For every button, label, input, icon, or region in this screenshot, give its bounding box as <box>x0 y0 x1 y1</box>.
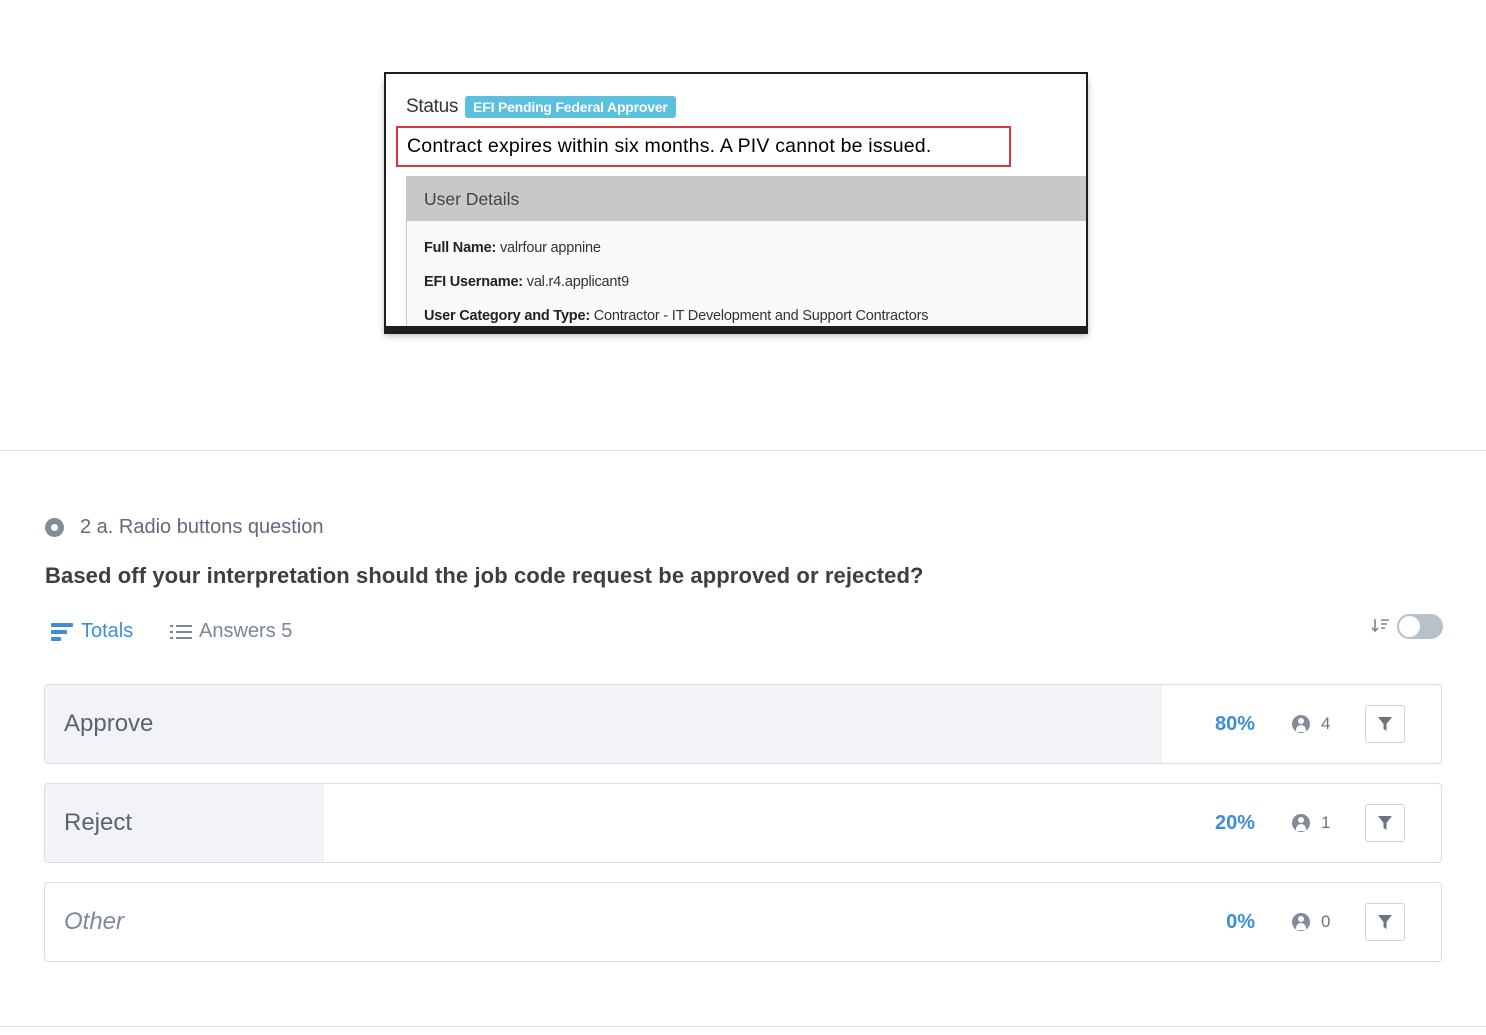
answer-percent: 80% <box>1214 712 1255 735</box>
list-icon <box>170 623 192 641</box>
user-details-panel: User Details Full Name: valrfour appnine… <box>406 176 1086 326</box>
status-label: Status <box>406 96 459 117</box>
user-category-field: User Category and Type: Contractor - IT … <box>424 308 929 324</box>
respondent-count: 0 <box>1292 883 1330 961</box>
tab-totals-label: Totals <box>81 620 134 642</box>
answer-label: Other <box>64 908 125 935</box>
question-title: Based off your interpretation should the… <box>45 563 924 588</box>
answer-label: Approve <box>64 710 154 737</box>
filter-icon <box>1378 717 1392 731</box>
bar-chart-icon <box>51 622 73 641</box>
filter-icon <box>1378 915 1392 929</box>
respondent-count-value: 1 <box>1321 813 1331 832</box>
user-icon <box>1292 814 1310 832</box>
answer-row-other: Other 0% 0 <box>44 882 1442 962</box>
tab-totals[interactable]: Totals <box>51 620 133 643</box>
answer-row-approve: Approve 80% 4 <box>44 684 1442 764</box>
user-details-header: User Details <box>407 177 1086 221</box>
percent-bar <box>45 685 1162 763</box>
status-row: Status EFI Pending Federal Approver <box>406 96 676 118</box>
filter-button[interactable] <box>1365 705 1405 743</box>
answer-percent: 20% <box>1214 811 1255 834</box>
question-type-label: 2 a. Radio buttons question <box>80 516 324 538</box>
question-type: 2 a. Radio buttons question <box>45 516 324 539</box>
user-icon <box>1292 913 1310 931</box>
status-badge: EFI Pending Federal Approver <box>465 96 676 118</box>
sort-icon <box>1371 616 1391 636</box>
section-divider-bottom <box>0 1026 1486 1027</box>
answer-label: Reject <box>64 809 133 836</box>
sort-toggle[interactable] <box>1397 614 1443 639</box>
user-icon <box>1292 715 1310 733</box>
full-name-field: Full Name: valrfour appnine <box>424 240 601 256</box>
tab-answers-label: Answers 5 <box>199 620 293 642</box>
respondent-count: 1 <box>1292 784 1330 862</box>
answer-row-reject: Reject 20% 1 <box>44 783 1442 863</box>
filter-button[interactable] <box>1365 804 1405 842</box>
respondent-count-value: 0 <box>1321 912 1331 931</box>
filter-button[interactable] <box>1365 903 1405 941</box>
filter-icon <box>1378 816 1392 830</box>
embedded-screenshot-image: Status EFI Pending Federal Approver Cont… <box>384 72 1088 328</box>
efi-username-field: EFI Username: val.r4.applicant9 <box>424 274 629 290</box>
respondent-count-value: 4 <box>1321 714 1331 733</box>
warning-message: Contract expires within six months. A PI… <box>396 126 1011 167</box>
section-divider-top <box>0 450 1486 451</box>
answer-percent: 0% <box>1226 910 1255 933</box>
radio-button-icon <box>45 518 64 537</box>
tab-answers[interactable]: Answers 5 <box>170 620 292 643</box>
respondent-count: 4 <box>1292 685 1330 763</box>
